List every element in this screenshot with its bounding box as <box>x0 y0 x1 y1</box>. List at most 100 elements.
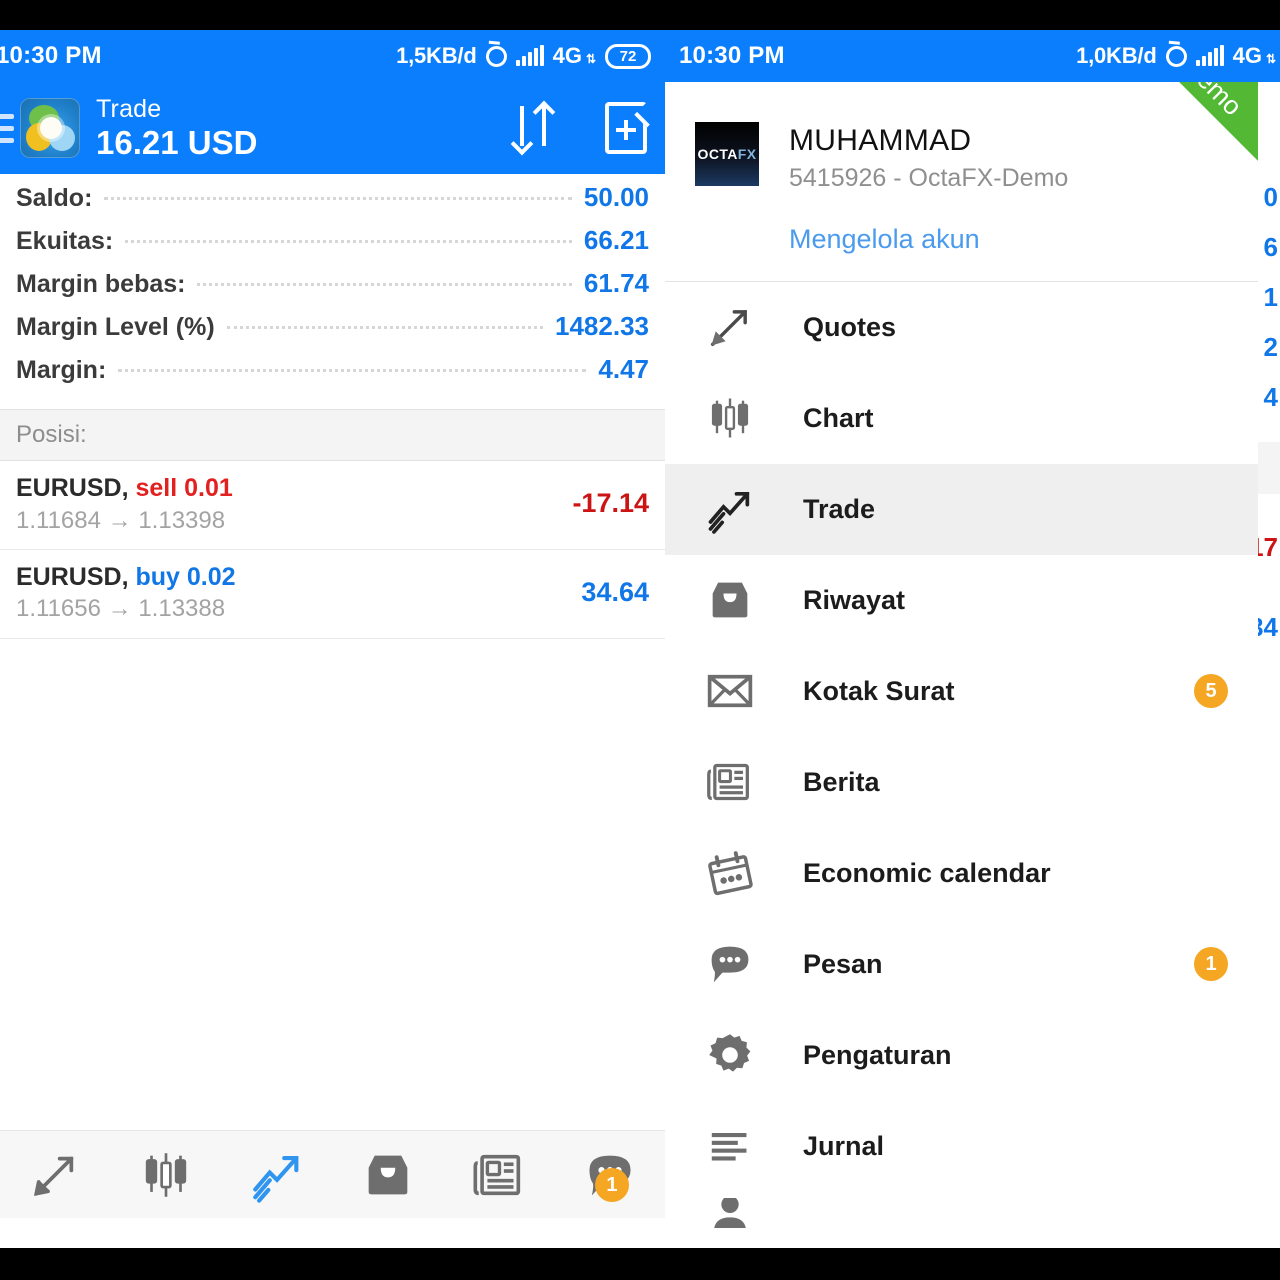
summary-value: 50.00 <box>583 182 649 212</box>
metatrader-app-icon <box>20 98 80 158</box>
drawer-item-pengaturan[interactable]: Pengaturan <box>665 1010 1258 1101</box>
new-order-document-icon[interactable] <box>605 102 660 154</box>
right-drawer-screen: 10:30 PM 1,0KB/d 4G ⇅ 0 6 1 2 4 17 34 <box>665 30 1280 1248</box>
status-data-rate: 1,0KB/d <box>1076 43 1157 68</box>
sliver-value: 0 <box>1263 182 1278 212</box>
news-paper-icon <box>473 1154 520 1195</box>
sync-icon <box>1161 41 1191 71</box>
calendar-icon <box>695 847 765 899</box>
position-volume: 0.01 <box>184 474 233 502</box>
summary-row-ekuitas: Ekuitas: 66.21 <box>16 225 649 268</box>
quotes-arrows-icon <box>34 1156 74 1196</box>
trade-trending-up-icon <box>695 483 765 535</box>
drawer-item-jurnal[interactable]: Jurnal <box>665 1101 1258 1192</box>
position-direction: sell <box>135 474 178 502</box>
drawer-item-economic-calendar[interactable]: Economic calendar <box>665 828 1258 919</box>
status-data-rate: 1,5KB/d <box>396 43 477 68</box>
about-person-icon <box>695 1197 765 1228</box>
signal-bars-icon <box>1195 45 1224 66</box>
navigation-drawer: Demo OCTAFX MUHAMMAD 5415926 - OctaFX-De… <box>665 82 1258 1248</box>
position-open-price: 1.11684 <box>16 506 101 534</box>
summary-row-margin-bebas: Margin bebas: 61.74 <box>16 268 649 311</box>
screen-root: 10:30 PM 1,5KB/d 4G ⇅ 72 Trade 16.21 USD… <box>0 0 1280 1280</box>
broker-logo: OCTAFX <box>695 122 759 186</box>
drawer-item-label: Trade <box>803 493 876 524</box>
demo-ribbon-label: Demo <box>1177 82 1249 122</box>
dotted-leader <box>125 240 572 243</box>
drawer-item-chart[interactable]: Chart <box>665 373 1258 464</box>
sort-arrows-icon[interactable] <box>510 100 556 156</box>
account-summary: Saldo: 50.00 Ekuitas: 66.21 Margin bebas… <box>0 174 665 401</box>
chart-candlesticks-icon <box>146 1152 187 1197</box>
drawer-item-berita[interactable]: Berita <box>665 737 1258 828</box>
status-network-type: 4G <box>552 43 582 68</box>
drawer-item-kotak-surat[interactable]: Kotak Surat 5 <box>665 646 1258 737</box>
sync-icon <box>481 41 511 71</box>
status-network-activity: ⇅ <box>1265 52 1276 66</box>
drawer-item-label: Kotak Surat <box>803 675 955 706</box>
drawer-item-label: Riwayat <box>803 584 906 615</box>
drawer-item-label: Quotes <box>803 311 897 342</box>
bottom-nav-messages[interactable]: 1 <box>554 1131 665 1218</box>
status-network-activity: ⇅ <box>585 52 596 66</box>
status-network-type: 4G <box>1232 43 1262 68</box>
messages-chat-icon <box>695 938 765 990</box>
news-paper-icon <box>695 756 765 808</box>
drawer-item-partial-cutoff[interactable] <box>665 1197 1258 1228</box>
battery-level: 72 <box>619 47 637 65</box>
position-open-price: 1.11656 <box>16 595 101 623</box>
sliver-value: 1 <box>1263 282 1278 312</box>
status-time: 10:30 PM <box>679 42 785 69</box>
drawer-item-label: Pengaturan <box>803 1039 952 1070</box>
drawer-item-pesan[interactable]: Pesan 1 <box>665 919 1258 1010</box>
journal-lines-icon <box>695 1120 765 1172</box>
summary-value: 66.21 <box>583 225 649 255</box>
signal-bars-icon <box>515 45 544 66</box>
drawer-item-quotes[interactable]: Quotes <box>665 282 1258 373</box>
positions-header-label: Posisi: <box>16 421 87 448</box>
dotted-leader <box>104 197 572 200</box>
hamburger-menu-icon[interactable] <box>0 113 14 143</box>
sliver-value: 4 <box>1263 382 1278 412</box>
summary-value: 1482.33 <box>555 311 649 341</box>
status-time: 10:30 PM <box>0 42 102 69</box>
bottom-nav-chart[interactable] <box>111 1131 222 1218</box>
mailbox-envelope-icon <box>695 665 765 717</box>
summary-label: Margin bebas: <box>16 270 186 298</box>
summary-value: 61.74 <box>583 268 649 298</box>
position-current-price: 1.13398 <box>138 506 226 534</box>
bottom-nav-news[interactable] <box>443 1131 554 1218</box>
dotted-leader <box>197 283 572 286</box>
summary-value: 4.47 <box>598 354 649 384</box>
summary-row-saldo: Saldo: 50.00 <box>16 182 649 225</box>
position-profit: 34.64 <box>581 577 649 608</box>
chart-candlesticks-icon <box>695 392 765 444</box>
summary-row-margin: Margin: 4.47 <box>16 354 649 397</box>
trade-trending-up-icon <box>253 1155 299 1203</box>
history-inbox-icon <box>695 574 765 626</box>
drawer-item-label: Jurnal <box>803 1130 885 1161</box>
sliver-value: 6 <box>1263 232 1278 262</box>
left-status-bar: 10:30 PM 1,5KB/d 4G ⇅ 72 <box>0 30 665 82</box>
drawer-item-trade[interactable]: Trade <box>665 463 1258 555</box>
right-status-bar: 10:30 PM 1,0KB/d 4G ⇅ <box>665 30 1280 82</box>
messages-badge: 1 <box>1194 947 1228 982</box>
bottom-nav-quotes[interactable] <box>0 1131 111 1218</box>
drawer-item-riwayat[interactable]: Riwayat <box>665 555 1258 646</box>
broker-logo-text-accent: FX <box>737 146 757 162</box>
bottom-nav-trade[interactable] <box>222 1131 333 1218</box>
bottom-nav-history[interactable] <box>332 1131 443 1218</box>
position-direction: buy <box>135 562 180 591</box>
mailbox-badge: 5 <box>1194 674 1228 709</box>
sliver-value: 17 <box>1258 532 1278 562</box>
summary-label: Ekuitas: <box>16 227 114 255</box>
position-row[interactable]: EURUSD, buy 0.02 1.11656 → 1.13388 34.64 <box>0 550 665 639</box>
arrow-right-icon: → <box>107 595 132 623</box>
app-bar-balance: 16.21 USD <box>96 123 258 161</box>
manage-account-link[interactable]: Mengelola akun <box>665 194 1258 255</box>
summary-label: Saldo: <box>16 184 93 212</box>
dotted-leader <box>226 326 544 329</box>
left-trade-screen: 10:30 PM 1,5KB/d 4G ⇅ 72 Trade 16.21 USD… <box>0 30 665 1248</box>
position-row[interactable]: EURUSD, sell 0.01 1.11684 → 1.13398 -17.… <box>0 461 665 550</box>
summary-label: Margin: <box>16 356 107 384</box>
